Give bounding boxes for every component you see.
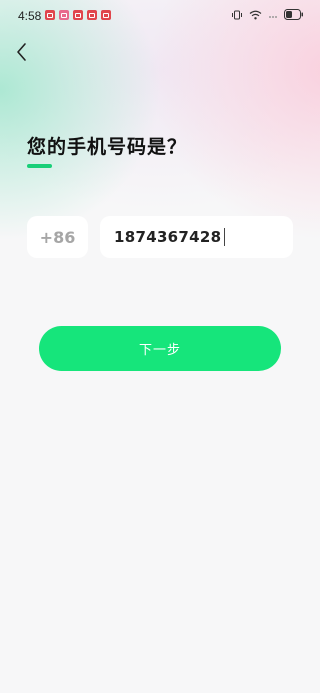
phone-number-input[interactable]: 1874367428	[100, 216, 293, 258]
notification-icons	[45, 10, 111, 20]
app-notification-icon	[87, 10, 97, 20]
battery-icon	[284, 9, 304, 20]
wifi-icon	[249, 10, 262, 20]
app-notification-icon	[101, 10, 111, 20]
phone-number-value: 1874367428	[114, 228, 222, 246]
status-bar: 4:58	[0, 0, 320, 32]
text-cursor	[224, 228, 226, 246]
app-notification-icon	[45, 10, 55, 20]
app-notification-icon	[73, 10, 83, 20]
system-icons	[231, 9, 304, 20]
signal-icon	[268, 10, 278, 20]
title-underline	[27, 164, 52, 168]
status-time: 4:58	[18, 9, 42, 23]
country-code-selector[interactable]: +86	[27, 216, 88, 258]
app-notification-icon	[59, 10, 69, 20]
vibrate-icon	[231, 10, 243, 20]
login-screen: 4:58 您的手机号码是？ +86 1874367428 下一步	[0, 0, 320, 693]
next-step-button[interactable]: 下一步	[39, 326, 281, 371]
back-arrow-icon	[17, 43, 26, 61]
page-title: 您的手机号码是？	[27, 136, 188, 158]
back-button[interactable]	[11, 40, 33, 64]
